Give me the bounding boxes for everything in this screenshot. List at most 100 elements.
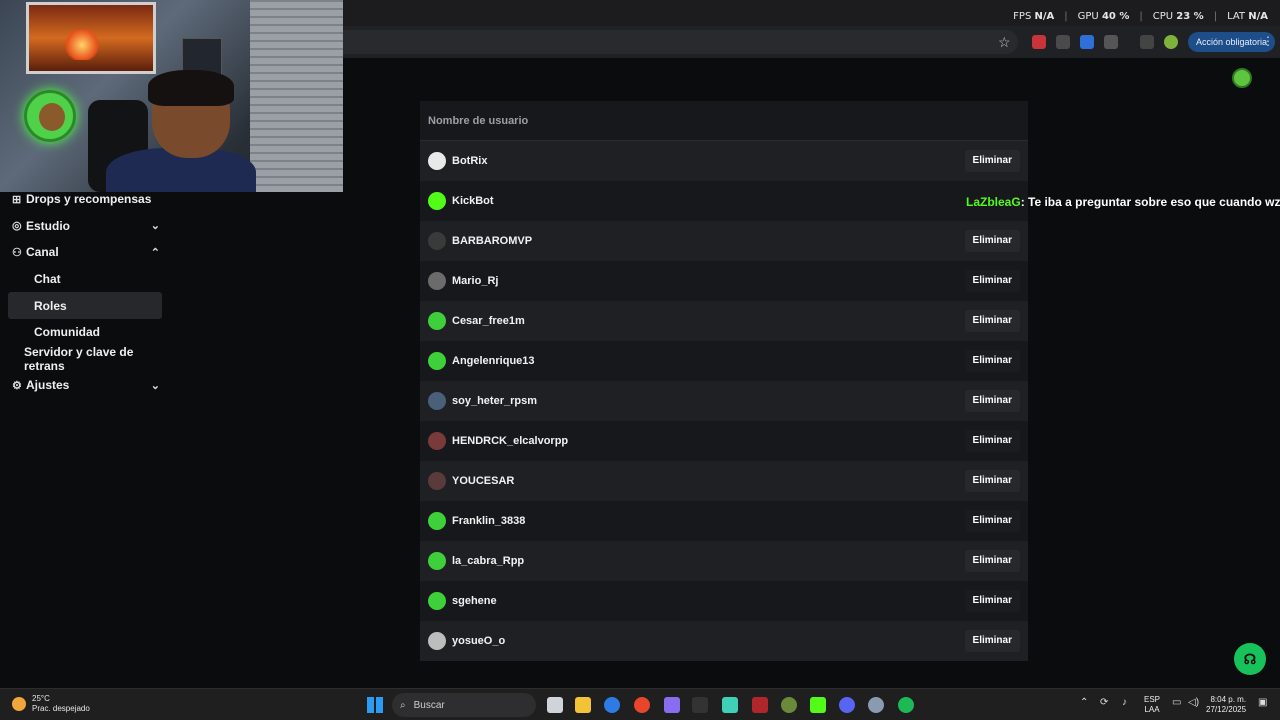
chevron-up-icon[interactable]: ⌃ [1080, 697, 1088, 708]
table-row: sgehene Eliminar [420, 581, 1028, 621]
microphone-icon[interactable]: ♪ [1122, 697, 1127, 708]
webcam-feed [0, 0, 343, 192]
delete-button[interactable]: Eliminar [964, 590, 1020, 612]
settings-sidebar: ⊞ Drops y recompensas ◎ Estudio ⌄ ⚇ Cana… [0, 186, 170, 399]
chevron-down-icon: ⌄ [150, 220, 160, 233]
avatar [428, 152, 446, 170]
username: Franklin_3838 [452, 515, 526, 527]
game-icon[interactable] [664, 697, 680, 713]
chat-username: LaZbleaG [966, 195, 1021, 209]
username: Cesar_free1m [452, 315, 525, 327]
app-icon[interactable] [692, 697, 708, 713]
avatar [428, 552, 446, 570]
discord-icon[interactable] [839, 697, 855, 713]
table-row: Angelenrique13 Eliminar [420, 341, 1028, 381]
delete-button[interactable]: Eliminar [964, 350, 1020, 372]
table-row: la_cabra_Rpp Eliminar [420, 541, 1028, 581]
table-row: HENDRCK_elcalvorpp Eliminar [420, 421, 1028, 461]
app-icon[interactable] [781, 697, 797, 713]
fps-metric: FPS N/A [1013, 11, 1055, 22]
kick-icon[interactable] [810, 697, 826, 713]
file-explorer-icon[interactable] [575, 697, 591, 713]
table-row: yosueO_o Eliminar [420, 621, 1028, 661]
delete-button[interactable]: Eliminar [964, 270, 1020, 292]
sync-icon[interactable]: ⟳ [1100, 697, 1108, 708]
extension-icon[interactable] [1056, 35, 1070, 49]
search-icon: ⌕ [400, 699, 406, 711]
username: soy_heter_rpsm [452, 395, 537, 407]
table-row: YOUCESAR Eliminar [420, 461, 1028, 501]
notification-icon[interactable]: ▣ [1258, 697, 1267, 708]
app-icon[interactable] [604, 697, 620, 713]
app-icon[interactable] [752, 697, 768, 713]
sidebar-item-roles[interactable]: Roles [8, 292, 162, 319]
gear-icon: ⚙ [12, 379, 22, 392]
delete-button[interactable]: Eliminar [964, 630, 1020, 652]
delete-button[interactable]: Eliminar [964, 150, 1020, 172]
chat-message-overlay: LaZbleaG: Te iba a preguntar sobre eso q… [966, 195, 1280, 209]
settings-icon[interactable] [868, 697, 884, 713]
gpu-metric: GPU 40 % [1077, 11, 1130, 22]
app-icon[interactable] [722, 697, 738, 713]
user-avatar[interactable] [1232, 68, 1252, 88]
network-icon[interactable]: ▭ [1172, 697, 1181, 708]
username: la_cabra_Rpp [452, 555, 525, 567]
username: HENDRCK_elcalvorpp [452, 435, 569, 447]
username: yosueO_o [452, 635, 506, 647]
delete-button[interactable]: Eliminar [964, 510, 1020, 532]
task-view-icon[interactable] [547, 697, 563, 713]
cpu-metric: CPU 23 % [1152, 11, 1204, 22]
volume-icon[interactable]: ◁) [1188, 697, 1199, 708]
delete-button[interactable]: Eliminar [964, 550, 1020, 572]
taskbar-search[interactable]: ⌕ Buscar [392, 693, 536, 717]
sidebar-item-stream-server[interactable]: Servidor y clave de retrans [0, 345, 170, 373]
avatar [428, 192, 446, 210]
weather-widget[interactable]: 25°C Prac. despejado [12, 694, 90, 714]
help-chat-button[interactable]: ☊ [1234, 643, 1266, 675]
windows-start-icon[interactable] [367, 697, 383, 713]
username: Angelenrique13 [452, 355, 535, 367]
bookmark-star-icon[interactable]: ☆ [998, 34, 1011, 51]
address-bar[interactable] [343, 30, 1018, 54]
column-header-username: Nombre de usuario [420, 101, 1028, 141]
sidebar-item-community[interactable]: Comunidad [0, 319, 170, 346]
table-row: Cesar_free1m Eliminar [420, 301, 1028, 341]
sidebar-item-channel[interactable]: ⚇ Canal ⌃ [0, 239, 170, 266]
channel-icon: ⚇ [12, 246, 22, 259]
avatar [428, 432, 446, 450]
sidebar-item-drops[interactable]: ⊞ Drops y recompensas [0, 186, 170, 213]
table-row: soy_heter_rpsm Eliminar [420, 381, 1028, 421]
gift-icon: ⊞ [12, 193, 22, 206]
username: Mario_Rj [452, 275, 499, 287]
language-indicator[interactable]: ESP LAA [1144, 695, 1160, 715]
table-row: Franklin_3838 Eliminar [420, 501, 1028, 541]
avatar [428, 592, 446, 610]
window-blinds [250, 0, 343, 192]
avatar [428, 472, 446, 490]
delete-button[interactable]: Eliminar [964, 470, 1020, 492]
chrome-icon[interactable] [634, 697, 650, 713]
weather-sun-icon [12, 697, 26, 711]
extension-icon[interactable] [1032, 35, 1046, 49]
system-clock[interactable]: 8:04 p. m. 27/12/2025 [1206, 695, 1246, 715]
performance-overlay: FPS N/A | GPU 40 % | CPU 23 % | LAT N/A [1013, 11, 1268, 22]
username: KickBot [452, 195, 494, 207]
puzzle-icon[interactable] [1104, 35, 1118, 49]
sidebar-item-settings[interactable]: ⚙ Ajustes ⌄ [0, 372, 170, 399]
delete-button[interactable]: Eliminar [964, 230, 1020, 252]
sidebar-item-chat[interactable]: Chat [0, 266, 170, 293]
delete-button[interactable]: Eliminar [964, 310, 1020, 332]
delete-button[interactable]: Eliminar [964, 430, 1020, 452]
spotify-icon[interactable] [898, 697, 914, 713]
reading-list-icon[interactable] [1140, 35, 1154, 49]
delete-button[interactable]: Eliminar [964, 390, 1020, 412]
latency-metric: LAT N/A [1227, 11, 1268, 22]
table-row: Mario_Rj Eliminar [420, 261, 1028, 301]
sidebar-item-studio[interactable]: ◎ Estudio ⌄ [0, 213, 170, 240]
chevron-up-icon: ⌃ [150, 246, 160, 259]
profile-icon[interactable] [1164, 35, 1178, 49]
extension-icon[interactable] [1080, 35, 1094, 49]
menu-icon[interactable]: ⋮ [1262, 34, 1274, 48]
avatar [428, 232, 446, 250]
windows-taskbar: 25°C Prac. despejado ⌕ Buscar ⌃ ⟳ ♪ ESP … [0, 688, 1280, 720]
